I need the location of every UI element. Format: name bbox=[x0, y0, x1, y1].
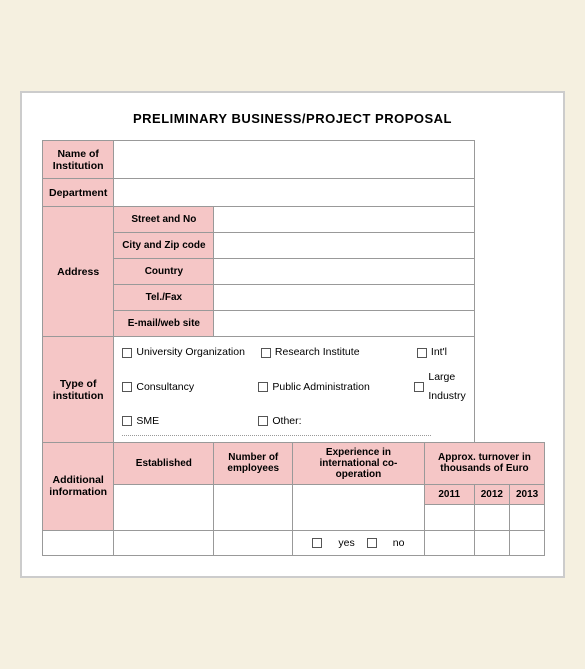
label-additional-info: Additional information bbox=[43, 442, 114, 530]
cb-intl[interactable] bbox=[417, 348, 427, 358]
empty-established-cell bbox=[114, 530, 214, 555]
cb-consultancy-group: Consultancy bbox=[122, 378, 242, 397]
cb-university[interactable] bbox=[122, 348, 132, 358]
cb-large-industry[interactable] bbox=[414, 382, 424, 392]
row-email: E-mail/web site bbox=[43, 311, 545, 337]
label-public-admin: Public Administration bbox=[272, 378, 369, 397]
cb-yes[interactable] bbox=[312, 538, 322, 548]
row-tel: Tel./Fax bbox=[43, 285, 545, 311]
input-city[interactable] bbox=[214, 233, 474, 259]
row-name-of-institution: Name of Institution bbox=[43, 141, 545, 179]
input-country[interactable] bbox=[214, 259, 474, 285]
cb-public-admin[interactable] bbox=[258, 382, 268, 392]
proposal-table: Name of Institution Department Address S… bbox=[42, 140, 545, 556]
label-research: Research Institute bbox=[275, 343, 360, 362]
row-years-header: 2011 2012 2013 bbox=[43, 484, 545, 504]
label-type-of-institution: Type of institution bbox=[43, 337, 114, 443]
cb-sme-group: SME bbox=[122, 412, 242, 431]
input-2012-extra[interactable] bbox=[474, 530, 509, 555]
label-other: Other: bbox=[272, 412, 301, 431]
dotted-line bbox=[122, 435, 431, 436]
input-experience[interactable] bbox=[293, 484, 425, 530]
label-2013: 2013 bbox=[509, 484, 544, 504]
checkbox-row-2: Consultancy Public Administration Large … bbox=[122, 368, 465, 406]
type-of-institution-cell: University Organization Research Institu… bbox=[114, 337, 474, 443]
label-yes: yes bbox=[338, 537, 354, 549]
input-established[interactable] bbox=[114, 484, 214, 530]
label-address: Address bbox=[43, 207, 114, 337]
label-consultancy: Consultancy bbox=[136, 378, 194, 397]
cb-no[interactable] bbox=[367, 538, 377, 548]
input-street[interactable] bbox=[214, 207, 474, 233]
label-email: E-mail/web site bbox=[114, 311, 214, 337]
cb-large-industry-group: Large Industry bbox=[414, 368, 465, 406]
row-yes-no: yes no bbox=[43, 530, 545, 555]
label-street: Street and No bbox=[114, 207, 214, 233]
cb-public-group: Public Administration bbox=[258, 378, 398, 397]
page-title: PRELIMINARY BUSINESS/PROJECT PROPOSAL bbox=[42, 111, 543, 126]
cb-research-group: Research Institute bbox=[261, 343, 401, 362]
label-large-industry: Large Industry bbox=[428, 368, 465, 406]
cb-other-group: Other: bbox=[258, 412, 398, 431]
label-city: City and Zip code bbox=[114, 233, 214, 259]
yes-no-row: yes no bbox=[299, 537, 418, 549]
row-type-of-institution: Type of institution University Organizat… bbox=[43, 337, 545, 443]
row-additional-info-header: Additional information Established Numbe… bbox=[43, 442, 545, 484]
input-department[interactable] bbox=[114, 179, 474, 207]
row-city: City and Zip code bbox=[43, 233, 545, 259]
cb-research[interactable] bbox=[261, 348, 271, 358]
row-department: Department bbox=[43, 179, 545, 207]
label-tel: Tel./Fax bbox=[114, 285, 214, 311]
cb-intl-group: Int'l bbox=[417, 343, 447, 362]
cb-other[interactable] bbox=[258, 416, 268, 426]
label-sme: SME bbox=[136, 412, 159, 431]
input-2011[interactable] bbox=[424, 504, 474, 530]
label-department: Department bbox=[43, 179, 114, 207]
label-approx-turnover: Approx. turnover in thousands of Euro bbox=[424, 442, 545, 484]
label-established: Established bbox=[114, 442, 214, 484]
input-name-of-institution[interactable] bbox=[114, 141, 474, 179]
input-email[interactable] bbox=[214, 311, 474, 337]
input-2012[interactable] bbox=[474, 504, 509, 530]
checkbox-row-3: SME Other: bbox=[122, 412, 465, 431]
cb-consultancy[interactable] bbox=[122, 382, 132, 392]
cb-university-group: University Organization bbox=[122, 343, 245, 362]
input-num-employees[interactable] bbox=[214, 484, 293, 530]
label-university: University Organization bbox=[136, 343, 245, 362]
label-num-employees: Number of employees bbox=[214, 442, 293, 484]
label-no: no bbox=[393, 537, 405, 549]
empty-label-cell bbox=[43, 530, 114, 555]
row-country: Country bbox=[43, 259, 545, 285]
input-2013-extra[interactable] bbox=[509, 530, 544, 555]
checkbox-area: University Organization Research Institu… bbox=[114, 337, 473, 442]
page-container: PRELIMINARY BUSINESS/PROJECT PROPOSAL Na… bbox=[20, 91, 565, 578]
input-2013[interactable] bbox=[509, 504, 544, 530]
label-name-of-institution: Name of Institution bbox=[43, 141, 114, 179]
label-2011: 2011 bbox=[424, 484, 474, 504]
empty-employees-cell bbox=[214, 530, 293, 555]
label-intl: Int'l bbox=[431, 343, 447, 362]
checkbox-row-1: University Organization Research Institu… bbox=[122, 343, 465, 362]
label-experience: Experience in international co-operation bbox=[293, 442, 425, 484]
yes-no-cell: yes no bbox=[293, 530, 425, 555]
label-2012: 2012 bbox=[474, 484, 509, 504]
label-country: Country bbox=[114, 259, 214, 285]
row-street: Address Street and No bbox=[43, 207, 545, 233]
cb-sme[interactable] bbox=[122, 416, 132, 426]
input-tel[interactable] bbox=[214, 285, 474, 311]
input-2011-extra[interactable] bbox=[424, 530, 474, 555]
